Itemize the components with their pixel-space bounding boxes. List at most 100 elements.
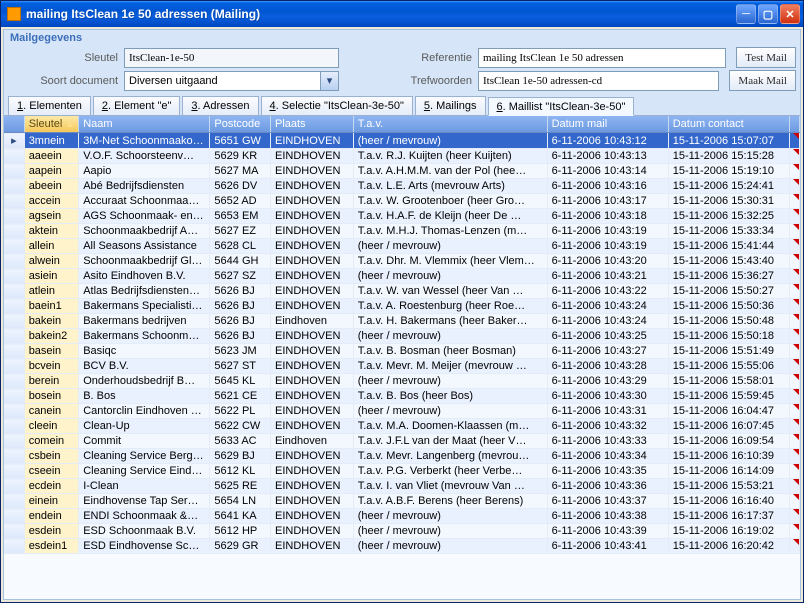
cell[interactable]: 5621 CE: [210, 389, 271, 404]
cell[interactable]: T.a.v. W. van Wessel (heer Van …: [353, 284, 547, 299]
tab-1[interactable]: 2. Element "e": [93, 96, 181, 115]
cell[interactable]: Aapio: [79, 164, 210, 179]
cell[interactable]: 5612 HP: [210, 524, 271, 539]
cell[interactable]: 6-11-2006 10:43:38: [547, 509, 668, 524]
cell[interactable]: 5626 BJ: [210, 314, 271, 329]
cell[interactable]: Bakermans bedrijven: [79, 314, 210, 329]
cell[interactable]: 6-11-2006 10:43:17: [547, 194, 668, 209]
cell[interactable]: 15-11-2006 15:36:27: [668, 269, 789, 284]
table-row[interactable]: caneinCantorclin Eindhoven …5622 PLEINDH…: [4, 404, 800, 419]
cell[interactable]: T.a.v. J.F.L van der Maat (heer V…: [353, 434, 547, 449]
table-row[interactable]: boseinB. Bos5621 CEEINDHOVENT.a.v. B. Bo…: [4, 389, 800, 404]
cell[interactable]: 15-11-2006 16:16:40: [668, 494, 789, 509]
maak-mail-button[interactable]: Maak Mail: [729, 70, 796, 91]
cell[interactable]: 6-11-2006 10:43:35: [547, 464, 668, 479]
table-row[interactable]: esdein1ESD Eindhovense Sch…5629 GREINDHO…: [4, 539, 800, 554]
cell[interactable]: 5627 ST: [210, 359, 271, 374]
cell[interactable]: (heer / mevrouw): [353, 539, 547, 554]
cell[interactable]: 6-11-2006 10:43:22: [547, 284, 668, 299]
sleutel-field[interactable]: [124, 48, 339, 68]
cell[interactable]: EINDHOVEN: [270, 239, 353, 254]
cell[interactable]: 6-11-2006 10:43:29: [547, 374, 668, 389]
table-row[interactable]: eineinEindhovense Tap Ser…5654 LNEINDHOV…: [4, 494, 800, 509]
cell[interactable]: 3mnein: [24, 133, 79, 149]
table-row[interactable]: cseeinCleaning Service Eind…5612 KLEINDH…: [4, 464, 800, 479]
cell[interactable]: cleein: [24, 419, 79, 434]
cell[interactable]: berein: [24, 374, 79, 389]
cell[interactable]: einein: [24, 494, 79, 509]
table-row[interactable]: comeinCommit5633 ACEindhovenT.a.v. J.F.L…: [4, 434, 800, 449]
cell[interactable]: (heer / mevrouw): [353, 374, 547, 389]
cell[interactable]: 15-11-2006 15:50:48: [668, 314, 789, 329]
cell[interactable]: 15-11-2006 16:19:02: [668, 524, 789, 539]
cell[interactable]: B. Bos: [79, 389, 210, 404]
cell[interactable]: asiein: [24, 269, 79, 284]
cell[interactable]: I-Clean: [79, 479, 210, 494]
tab-4[interactable]: 5. Mailings: [415, 96, 486, 115]
cell[interactable]: 6-11-2006 10:43:14: [547, 164, 668, 179]
col-plaats[interactable]: Plaats: [270, 116, 353, 133]
table-row[interactable]: acceinAccuraat Schoonmaa…5652 ADEINDHOVE…: [4, 194, 800, 209]
cell[interactable]: EINDHOVEN: [270, 494, 353, 509]
cell[interactable]: 6-11-2006 10:43:25: [547, 329, 668, 344]
cell[interactable]: EINDHOVEN: [270, 209, 353, 224]
cell[interactable]: 6-11-2006 10:43:33: [547, 434, 668, 449]
cell[interactable]: EINDHOVEN: [270, 419, 353, 434]
cell[interactable]: Eindhoven: [270, 314, 353, 329]
cell[interactable]: EINDHOVEN: [270, 359, 353, 374]
cell[interactable]: T.a.v. A.H.M.M. van der Pol (hee…: [353, 164, 547, 179]
cell[interactable]: T.a.v. Mevr. M. Meijer (mevrouw …: [353, 359, 547, 374]
cell[interactable]: EINDHOVEN: [270, 464, 353, 479]
cell[interactable]: 6-11-2006 10:43:21: [547, 269, 668, 284]
cell[interactable]: T.a.v. R.J. Kuijten (heer Kuijten): [353, 149, 547, 164]
cell[interactable]: Basiqc: [79, 344, 210, 359]
table-row[interactable]: bcveinBCV B.V.5627 STEINDHOVENT.a.v. Mev…: [4, 359, 800, 374]
cell[interactable]: endein: [24, 509, 79, 524]
cell[interactable]: cseein: [24, 464, 79, 479]
cell[interactable]: T.a.v. W. Grootenboer (heer Gro…: [353, 194, 547, 209]
cell[interactable]: All Seasons Assistance: [79, 239, 210, 254]
table-row[interactable]: atleinAtlas Bedrijfsdiensten…5626 BJEIND…: [4, 284, 800, 299]
table-row[interactable]: ecdeinI-Clean5625 REEINDHOVENT.a.v. I. v…: [4, 479, 800, 494]
cell[interactable]: 15-11-2006 15:32:25: [668, 209, 789, 224]
cell[interactable]: EINDHOVEN: [270, 164, 353, 179]
cell[interactable]: bakein: [24, 314, 79, 329]
cell[interactable]: 6-11-2006 10:43:18: [547, 209, 668, 224]
maximize-button[interactable]: ▢: [758, 4, 778, 24]
table-row[interactable]: csbeinCleaning Service Berg…5629 BJEINDH…: [4, 449, 800, 464]
cell[interactable]: 5626 BJ: [210, 299, 271, 314]
cell[interactable]: Bakermans Specialisti…: [79, 299, 210, 314]
table-row[interactable]: esdeinESD Schoonmaak B.V.5612 HPEINDHOVE…: [4, 524, 800, 539]
cell[interactable]: EINDHOVEN: [270, 284, 353, 299]
cell[interactable]: ecdein: [24, 479, 79, 494]
cell[interactable]: EINDHOVEN: [270, 539, 353, 554]
cell[interactable]: T.a.v. H.A.F. de Kleijn (heer De …: [353, 209, 547, 224]
cell[interactable]: Commit: [79, 434, 210, 449]
cell[interactable]: 6-11-2006 10:43:30: [547, 389, 668, 404]
cell[interactable]: 6-11-2006 10:43:41: [547, 539, 668, 554]
tab-2[interactable]: 3. Adressen: [182, 96, 258, 115]
cell[interactable]: 15-11-2006 15:15:28: [668, 149, 789, 164]
cell[interactable]: basein: [24, 344, 79, 359]
col-naam[interactable]: Naam: [79, 116, 210, 133]
cell[interactable]: 6-11-2006 10:43:28: [547, 359, 668, 374]
cell[interactable]: comein: [24, 434, 79, 449]
cell[interactable]: 6-11-2006 10:43:12: [547, 133, 668, 149]
cell[interactable]: 15-11-2006 16:09:54: [668, 434, 789, 449]
cell[interactable]: 15-11-2006 15:41:44: [668, 239, 789, 254]
cell[interactable]: 5627 SZ: [210, 269, 271, 284]
cell[interactable]: EINDHOVEN: [270, 224, 353, 239]
cell[interactable]: 6-11-2006 10:43:19: [547, 239, 668, 254]
cell[interactable]: 15-11-2006 15:07:07: [668, 133, 789, 149]
cell[interactable]: V.O.F. Schoorsteenv…: [79, 149, 210, 164]
cell[interactable]: 15-11-2006 15:51:49: [668, 344, 789, 359]
cell[interactable]: 5626 BJ: [210, 284, 271, 299]
cell[interactable]: EINDHOVEN: [270, 404, 353, 419]
table-row[interactable]: alleinAll Seasons Assistance5628 CLEINDH…: [4, 239, 800, 254]
cell[interactable]: 5644 GH: [210, 254, 271, 269]
cell[interactable]: bosein: [24, 389, 79, 404]
cell[interactable]: BCV B.V.: [79, 359, 210, 374]
cell[interactable]: 15-11-2006 15:53:21: [668, 479, 789, 494]
cell[interactable]: accein: [24, 194, 79, 209]
cell[interactable]: Eindhovense Tap Ser…: [79, 494, 210, 509]
